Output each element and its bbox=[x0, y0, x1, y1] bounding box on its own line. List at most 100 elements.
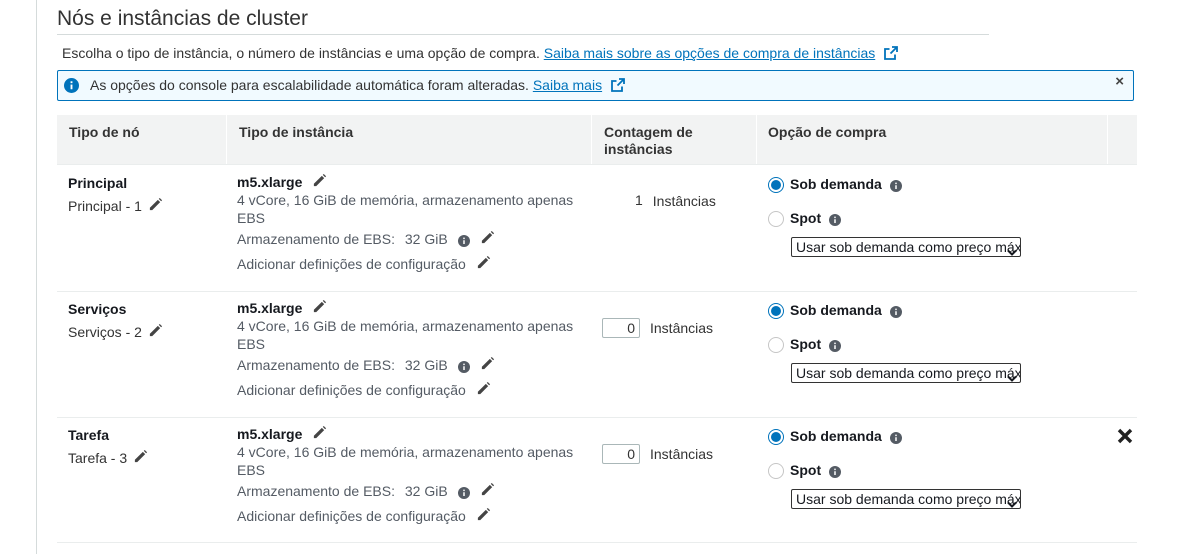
spot-option[interactable]: Spot bbox=[768, 210, 1021, 230]
section-title: Nós e instâncias de cluster bbox=[57, 7, 308, 30]
external-link-icon[interactable] bbox=[884, 46, 899, 63]
on-demand-radio[interactable] bbox=[768, 177, 784, 193]
chevron-down-icon bbox=[1007, 369, 1017, 382]
on-demand-radio[interactable] bbox=[768, 303, 784, 319]
instance-count-number: 1 bbox=[635, 192, 643, 208]
node-label-text: Serviços - 2 bbox=[68, 324, 142, 340]
instance-type-value: m5.xlarge bbox=[237, 426, 303, 442]
spot-max-price-value: Usar sob demanda como preço máximo bbox=[796, 365, 1021, 381]
spot-max-price-value: Usar sob demanda como preço máximo bbox=[796, 491, 1021, 507]
node-label: Principal - 1 bbox=[68, 197, 163, 215]
spot-option[interactable]: Spot bbox=[768, 462, 1021, 482]
pencil-icon[interactable] bbox=[476, 507, 491, 525]
on-demand-radio[interactable] bbox=[768, 429, 784, 445]
title-divider bbox=[57, 34, 989, 35]
spot-label: Spot bbox=[790, 210, 822, 226]
node-label-text: Principal - 1 bbox=[68, 198, 142, 214]
info-circle-icon[interactable] bbox=[457, 360, 470, 376]
pencil-icon[interactable] bbox=[133, 449, 148, 467]
instance-count-cell: 0 Instâncias bbox=[602, 444, 713, 464]
ebs-storage-value: 32 GiB bbox=[404, 231, 448, 247]
ebs-storage: Armazenamento de EBS: 32 GiB bbox=[237, 356, 587, 376]
chevron-down-icon bbox=[1007, 495, 1017, 508]
header-divider bbox=[591, 115, 592, 164]
on-demand-option[interactable]: Sob demanda bbox=[768, 302, 1021, 322]
pencil-icon[interactable] bbox=[476, 381, 491, 399]
info-circle-icon[interactable] bbox=[889, 431, 902, 449]
spot-radio[interactable] bbox=[768, 463, 784, 479]
section-description: Escolha o tipo de instância, o número de… bbox=[62, 45, 899, 63]
on-demand-option[interactable]: Sob demanda bbox=[768, 428, 1021, 448]
pencil-icon[interactable] bbox=[480, 482, 495, 500]
spot-label: Spot bbox=[790, 336, 822, 352]
pencil-icon[interactable] bbox=[148, 197, 163, 215]
notice-learn-more-link[interactable]: Saiba mais bbox=[533, 77, 602, 93]
instance-type-cell: m5.xlarge 4 vCore, 16 GiB de memória, ar… bbox=[237, 425, 587, 525]
table-row: Tarefa Tarefa - 3 m5.xlarge 4 vCore, 16 … bbox=[57, 417, 1137, 543]
add-configuration-label: Adicionar definições de configuração bbox=[237, 508, 466, 524]
instance-count-input[interactable]: 0 bbox=[602, 318, 640, 338]
ebs-storage-label: Armazenamento de EBS: bbox=[237, 483, 395, 499]
pencil-icon[interactable] bbox=[480, 230, 495, 248]
spot-radio[interactable] bbox=[768, 337, 784, 353]
instance-type-cell: m5.xlarge 4 vCore, 16 GiB de memória, ar… bbox=[237, 299, 587, 399]
add-configuration-label: Adicionar definições de configuração bbox=[237, 256, 466, 272]
info-icon bbox=[64, 78, 79, 98]
pencil-icon[interactable] bbox=[476, 255, 491, 273]
spot-max-price-select[interactable]: Usar sob demanda como preço máximo bbox=[791, 237, 1021, 257]
info-circle-icon[interactable] bbox=[829, 339, 842, 357]
add-configuration: Adicionar definições de configuração bbox=[237, 381, 587, 399]
table-row: Serviços Serviços - 2 m5.xlarge 4 vCore,… bbox=[57, 291, 1137, 418]
header-instance-count-line2: instâncias bbox=[604, 141, 673, 157]
instance-count-input[interactable]: 0 bbox=[602, 444, 640, 464]
pencil-icon[interactable] bbox=[312, 425, 327, 443]
pencil-icon[interactable] bbox=[312, 299, 327, 317]
header-node-type: Tipo de nó bbox=[69, 124, 140, 140]
close-icon[interactable]: × bbox=[1115, 73, 1124, 90]
external-link-icon[interactable] bbox=[611, 78, 625, 95]
instance-type-cell: m5.xlarge 4 vCore, 16 GiB de memória, ar… bbox=[237, 173, 587, 273]
notice-text: As opções do console para escalabilidade… bbox=[90, 77, 529, 93]
on-demand-option[interactable]: Sob demanda bbox=[768, 176, 1021, 196]
pencil-icon[interactable] bbox=[148, 323, 163, 341]
header-instance-count: Contagem de instâncias bbox=[604, 124, 693, 158]
ebs-storage: Armazenamento de EBS: 32 GiB bbox=[237, 482, 587, 502]
info-circle-icon[interactable] bbox=[457, 234, 470, 250]
instance-type-value: m5.xlarge bbox=[237, 174, 303, 190]
instance-count-label: Instâncias bbox=[652, 193, 716, 210]
spot-radio[interactable] bbox=[768, 211, 784, 227]
pencil-icon[interactable] bbox=[312, 173, 327, 191]
node-label-text: Tarefa - 3 bbox=[68, 450, 128, 466]
spot-option[interactable]: Spot bbox=[768, 336, 1021, 356]
pencil-icon[interactable] bbox=[480, 356, 495, 374]
info-notice: As opções do console para escalabilidade… bbox=[57, 70, 1134, 101]
info-circle-icon[interactable] bbox=[889, 179, 902, 197]
header-instance-type: Tipo de instância bbox=[239, 124, 354, 140]
ebs-storage-value: 32 GiB bbox=[404, 357, 448, 373]
notice-text-wrap: As opções do console para escalabilidade… bbox=[90, 77, 625, 95]
ebs-storage-value: 32 GiB bbox=[404, 483, 448, 499]
node-cell: Principal Principal - 1 bbox=[68, 175, 163, 215]
info-circle-icon[interactable] bbox=[889, 305, 902, 323]
on-demand-label: Sob demanda bbox=[790, 302, 882, 318]
table-header: Tipo de nó Tipo de instância Contagem de… bbox=[57, 115, 1137, 165]
info-circle-icon[interactable] bbox=[829, 465, 842, 483]
purchase-option-cell: Sob demanda Spot Usar sob demanda como p… bbox=[768, 302, 1021, 388]
header-divider bbox=[1107, 115, 1108, 164]
spot-max-price-select[interactable]: Usar sob demanda como preço máximo bbox=[791, 363, 1021, 383]
spot-max-price-select[interactable]: Usar sob demanda como preço máximo bbox=[791, 489, 1021, 509]
info-circle-icon[interactable] bbox=[457, 486, 470, 502]
spot-label: Spot bbox=[790, 462, 822, 478]
header-divider bbox=[756, 115, 757, 164]
remove-x-icon[interactable] bbox=[1117, 428, 1133, 449]
learn-more-purchase-options-link[interactable]: Saiba mais sobre as opções de compra de … bbox=[544, 45, 876, 61]
description-text: Escolha o tipo de instância, o número de… bbox=[62, 45, 540, 61]
add-configuration: Adicionar definições de configuração bbox=[237, 255, 587, 273]
info-circle-icon[interactable] bbox=[829, 213, 842, 231]
ebs-storage-label: Armazenamento de EBS: bbox=[237, 231, 395, 247]
instance-count-cell: 0 Instâncias bbox=[602, 318, 713, 338]
node-cell: Tarefa Tarefa - 3 bbox=[68, 427, 148, 467]
node-type-name: Serviços bbox=[68, 301, 127, 317]
ebs-storage-label: Armazenamento de EBS: bbox=[237, 357, 395, 373]
node-type-name: Tarefa bbox=[68, 427, 109, 443]
